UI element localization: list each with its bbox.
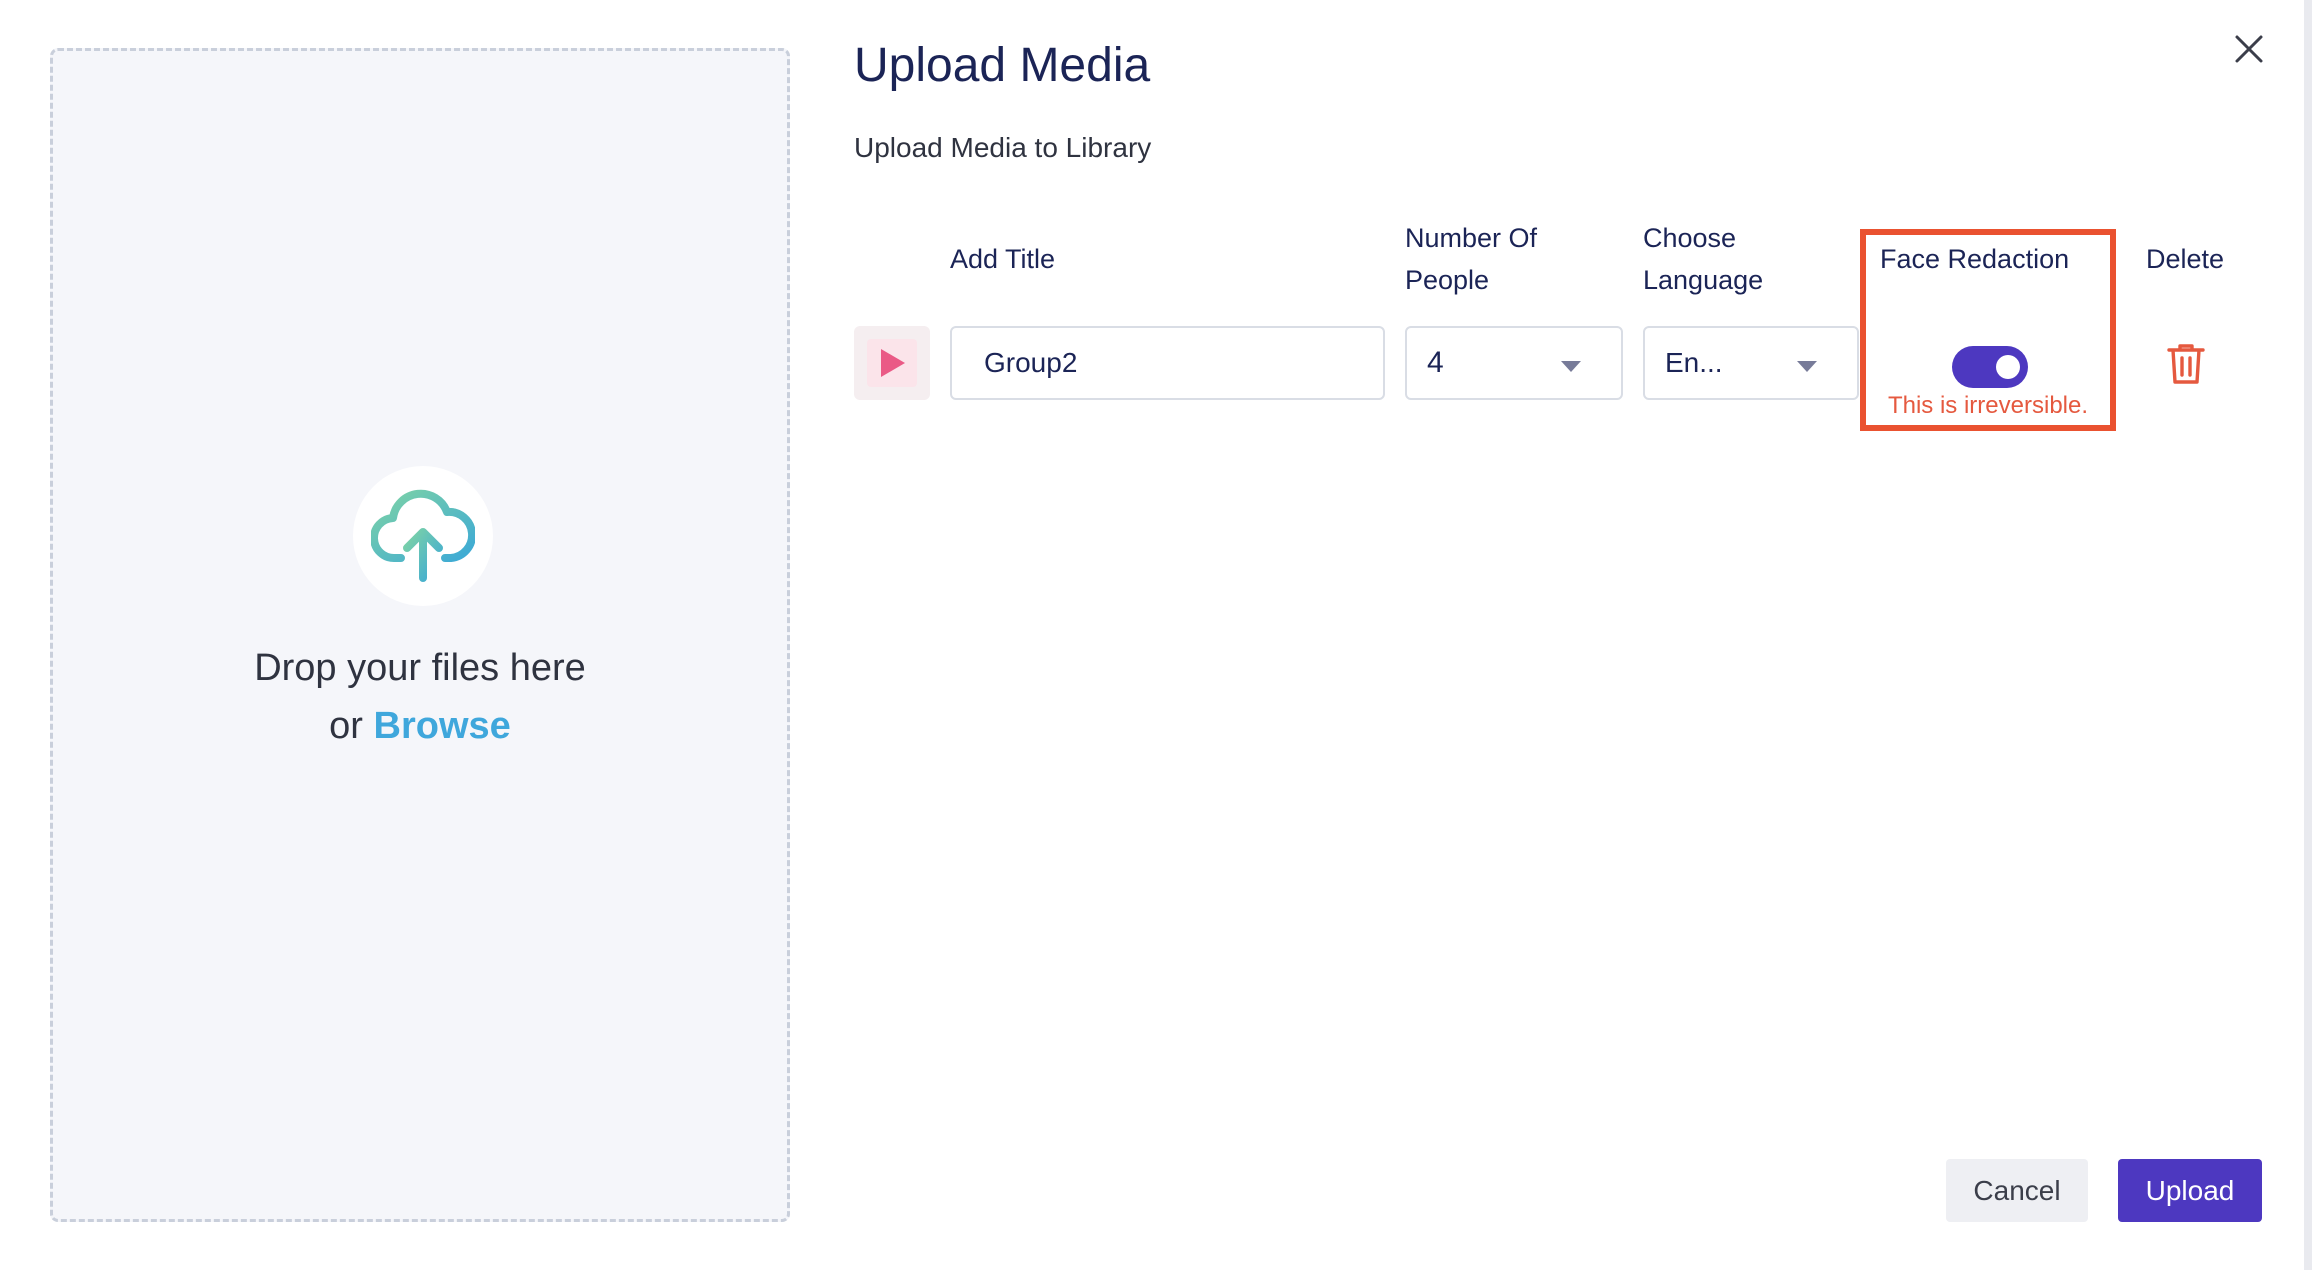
column-header-language-line1: Choose <box>1643 223 1737 253</box>
language-select[interactable]: En... <box>1643 326 1859 400</box>
dialog-subtitle: Upload Media to Library <box>854 132 1152 163</box>
close-icon[interactable] <box>2226 26 2272 72</box>
chevron-down-icon <box>1561 361 1581 372</box>
backdrop-edge <box>2304 0 2312 1270</box>
dropzone-line1: Drop your files here <box>254 647 586 689</box>
cloud-upload-icon <box>353 466 493 606</box>
column-header-language-line2: Language <box>1643 265 1764 295</box>
column-header-people: Number Of People <box>1405 217 1537 301</box>
trash-icon[interactable] <box>2162 340 2210 388</box>
media-thumbnail[interactable] <box>854 326 930 400</box>
number-of-people-select[interactable]: 4 <box>1405 326 1623 400</box>
face-redaction-warning: This is irreversible. <box>1887 392 2089 419</box>
play-icon <box>867 339 917 387</box>
number-of-people-value: 4 <box>1427 346 1444 379</box>
chevron-down-icon <box>1797 361 1817 372</box>
file-dropzone[interactable]: Drop your files here or Browse <box>50 48 790 1222</box>
column-header-people-line2: People <box>1405 265 1490 295</box>
dropzone-text: Drop your files here or Browse <box>53 639 787 755</box>
language-value: En... <box>1665 347 1723 378</box>
dropzone-or: or <box>329 705 363 747</box>
upload-media-dialog: Drop your files here or Browse Upload Me… <box>0 0 2312 1270</box>
upload-button[interactable]: Upload <box>2118 1159 2262 1222</box>
dialog-title: Upload Media <box>854 39 1151 92</box>
browse-link[interactable]: Browse <box>374 705 511 747</box>
column-header-delete: Delete <box>2146 244 2225 274</box>
media-title-input[interactable] <box>950 326 1385 400</box>
column-header-people-line1: Number Of <box>1405 223 1538 253</box>
toggle-knob <box>1996 355 2020 379</box>
column-header-language: Choose Language <box>1643 217 1763 301</box>
cancel-button[interactable]: Cancel <box>1946 1159 2088 1222</box>
face-redaction-toggle[interactable] <box>1952 346 2028 388</box>
column-header-title: Add Title <box>950 244 1056 274</box>
